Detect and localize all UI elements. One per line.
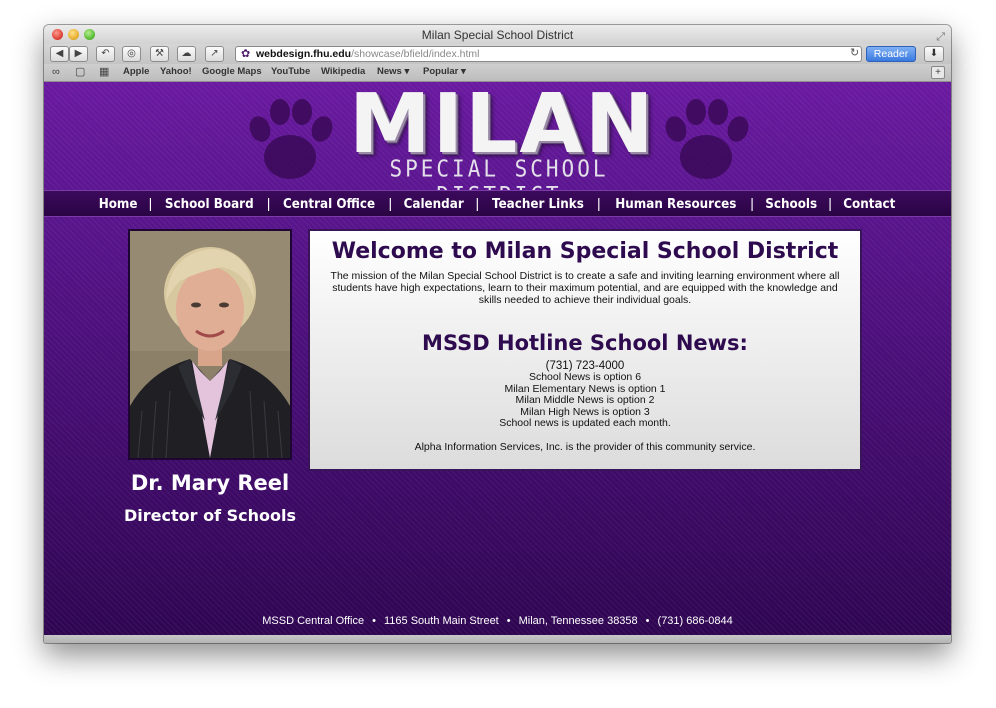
nav-school-board[interactable]: School Board	[157, 192, 262, 217]
history-icon[interactable]: ↶	[96, 46, 115, 62]
forward-icon[interactable]: ▶	[69, 46, 88, 62]
paw-favicon-icon: ✿	[241, 48, 251, 60]
mission-statement: The mission of the Milan Special School …	[330, 270, 840, 306]
director-name: Dr. Mary Reel	[130, 471, 290, 495]
url-path: /showcase/bfield/index.html	[351, 48, 480, 60]
welcome-heading: Welcome to Milan Special School District	[331, 239, 839, 264]
nav-separator: |	[828, 195, 832, 211]
web-page: MILAN SPECIAL SCHOOL DISTRICT Home|Schoo…	[44, 82, 951, 635]
nav-human-resources[interactable]: Human Resources	[607, 192, 745, 217]
bookmark-yahoo[interactable]: Yahoo!	[160, 64, 192, 80]
footer-street: 1165 South Main Street	[383, 615, 499, 627]
nav-schools[interactable]: Schools	[757, 192, 825, 217]
bookmark-apple[interactable]: Apple	[123, 64, 149, 80]
downloads-icon[interactable]: ⬇	[924, 46, 944, 62]
provider-note: Alpha Information Services, Inc. is the …	[414, 440, 756, 453]
url-host: webdesign.fhu.edu	[256, 48, 352, 60]
welcome-panel: Welcome to Milan Special School District…	[308, 229, 862, 471]
bookmarks-book-icon[interactable]: ▢	[75, 64, 85, 80]
reader-button[interactable]: Reader	[866, 46, 916, 62]
reload-icon[interactable]: ↻	[850, 46, 859, 59]
browser-toolbar: ◀ ▶ ↶ ◎ ⚒ ☁ ↗ ✿ webdesign.fhu.edu/showca…	[44, 44, 951, 64]
topsites-icon[interactable]: ◎	[122, 46, 141, 62]
bookmark-youtube[interactable]: YouTube	[271, 64, 310, 80]
window-title: Milan Special School District	[421, 28, 574, 42]
bookmark-news-menu[interactable]: News ▾	[377, 64, 409, 80]
nav-calendar[interactable]: Calendar	[395, 192, 472, 217]
nav-teacher-links[interactable]: Teacher Links	[484, 192, 592, 217]
minimize-window-button[interactable]	[68, 29, 79, 40]
nav-separator: |	[388, 195, 393, 211]
share-icon[interactable]: ↗	[205, 46, 224, 62]
footer-bullet: •	[506, 615, 511, 627]
main-nav: Home | School Board | Central Office | Calenda…	[44, 190, 951, 217]
nav-home[interactable]: Home	[91, 192, 146, 217]
bookmark-google-maps[interactable]: Google Maps	[202, 64, 262, 80]
bookmarks-bar: ∞ ▢ ▦ Apple Yahoo! Google Maps YouTube W…	[44, 64, 951, 82]
paw-print-icon	[249, 99, 333, 179]
footer-phone: (731) 686-0844	[657, 615, 733, 627]
nav-separator: |	[750, 195, 754, 211]
tools-icon[interactable]: ⚒	[150, 46, 169, 62]
site-logo-title[interactable]: MILAN	[349, 84, 653, 166]
bookmark-wikipedia[interactable]: Wikipedia	[321, 64, 365, 80]
address-bar[interactable]: ✿ webdesign.fhu.edu/showcase/bfield/inde…	[235, 46, 862, 62]
director-role: Director of Schools	[123, 506, 296, 525]
nav-central-office[interactable]: Central Office	[275, 192, 384, 217]
nav-separator: |	[596, 195, 601, 211]
close-window-button[interactable]	[52, 29, 63, 40]
title-bar: Milan Special School District ⤢	[44, 25, 951, 44]
site-footer: MSSD Central Office • 1165 South Main Stre…	[44, 614, 951, 628]
grid-icon[interactable]: ▦	[99, 64, 109, 80]
zoom-window-button[interactable]	[84, 29, 95, 40]
nav-separator: |	[148, 195, 153, 211]
icloud-icon[interactable]: ☁	[177, 46, 196, 62]
browser-window: Milan Special School District ⤢ ◀ ▶ ↶ ◎ …	[44, 25, 951, 643]
hotline-line: School News is option 6	[528, 371, 642, 383]
bookmark-popular-menu[interactable]: Popular ▾	[423, 64, 466, 80]
hotline-heading: MSSD Hotline School News:	[422, 331, 748, 355]
window-bottom-bar	[44, 635, 951, 643]
nav-contact[interactable]: Contact	[835, 192, 904, 217]
footer-city: Milan, Tennessee 38358	[518, 615, 638, 627]
nav-separator: |	[475, 195, 480, 211]
director-photo	[128, 229, 292, 460]
back-icon[interactable]: ◀	[50, 46, 69, 62]
footer-office: MSSD Central Office	[262, 615, 365, 627]
add-tab-button[interactable]: +	[931, 66, 945, 79]
footer-bullet: •	[372, 615, 376, 627]
site-banner: MILAN SPECIAL SCHOOL DISTRICT	[44, 82, 951, 208]
hotline-line: Milan Middle News is option 2	[515, 394, 655, 406]
paw-print-icon	[665, 99, 749, 179]
footer-bullet: •	[645, 615, 650, 627]
reading-list-icon[interactable]: ∞	[52, 64, 60, 80]
nav-separator: |	[266, 195, 271, 211]
hotline-line: School news is updated each month.	[499, 417, 671, 429]
